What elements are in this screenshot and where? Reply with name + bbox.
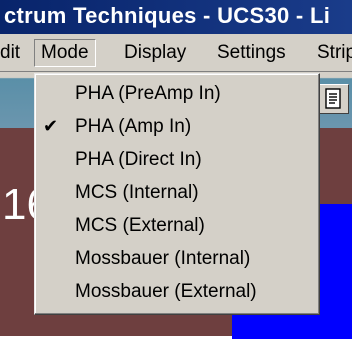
title-bar: ctrum Techniques - UCS30 - Li bbox=[0, 0, 352, 34]
document-icon bbox=[325, 88, 341, 109]
menu-item-label: Mossbauer (External) bbox=[75, 281, 257, 302]
menu-display[interactable]: Display bbox=[124, 40, 186, 66]
menu-item-label: Mossbauer (Internal) bbox=[75, 248, 251, 269]
menu-mode[interactable]: Mode bbox=[34, 39, 96, 67]
window-title: ctrum Techniques - UCS30 - Li bbox=[4, 3, 331, 28]
toolbar-document-button[interactable] bbox=[319, 84, 349, 114]
menu-strip[interactable]: Strip bbox=[317, 40, 352, 66]
menu-edit[interactable]: dit bbox=[0, 40, 20, 66]
menu-item-label: PHA (Amp In) bbox=[75, 116, 192, 137]
menu-item-label: PHA (PreAmp In) bbox=[75, 83, 221, 104]
menu-item-label: MCS (Internal) bbox=[75, 182, 199, 203]
checkmark-icon: ✔ bbox=[43, 116, 59, 136]
mode-dropdown-menu: PHA (PreAmp In) ✔ PHA (Amp In) PHA (Dire… bbox=[34, 73, 320, 315]
menu-bar: dit Mode Display Settings Strip bbox=[0, 34, 352, 72]
menu-item-label: PHA (Direct In) bbox=[75, 149, 202, 170]
menu-settings[interactable]: Settings bbox=[217, 40, 286, 66]
menu-item-label: MCS (External) bbox=[75, 215, 205, 236]
